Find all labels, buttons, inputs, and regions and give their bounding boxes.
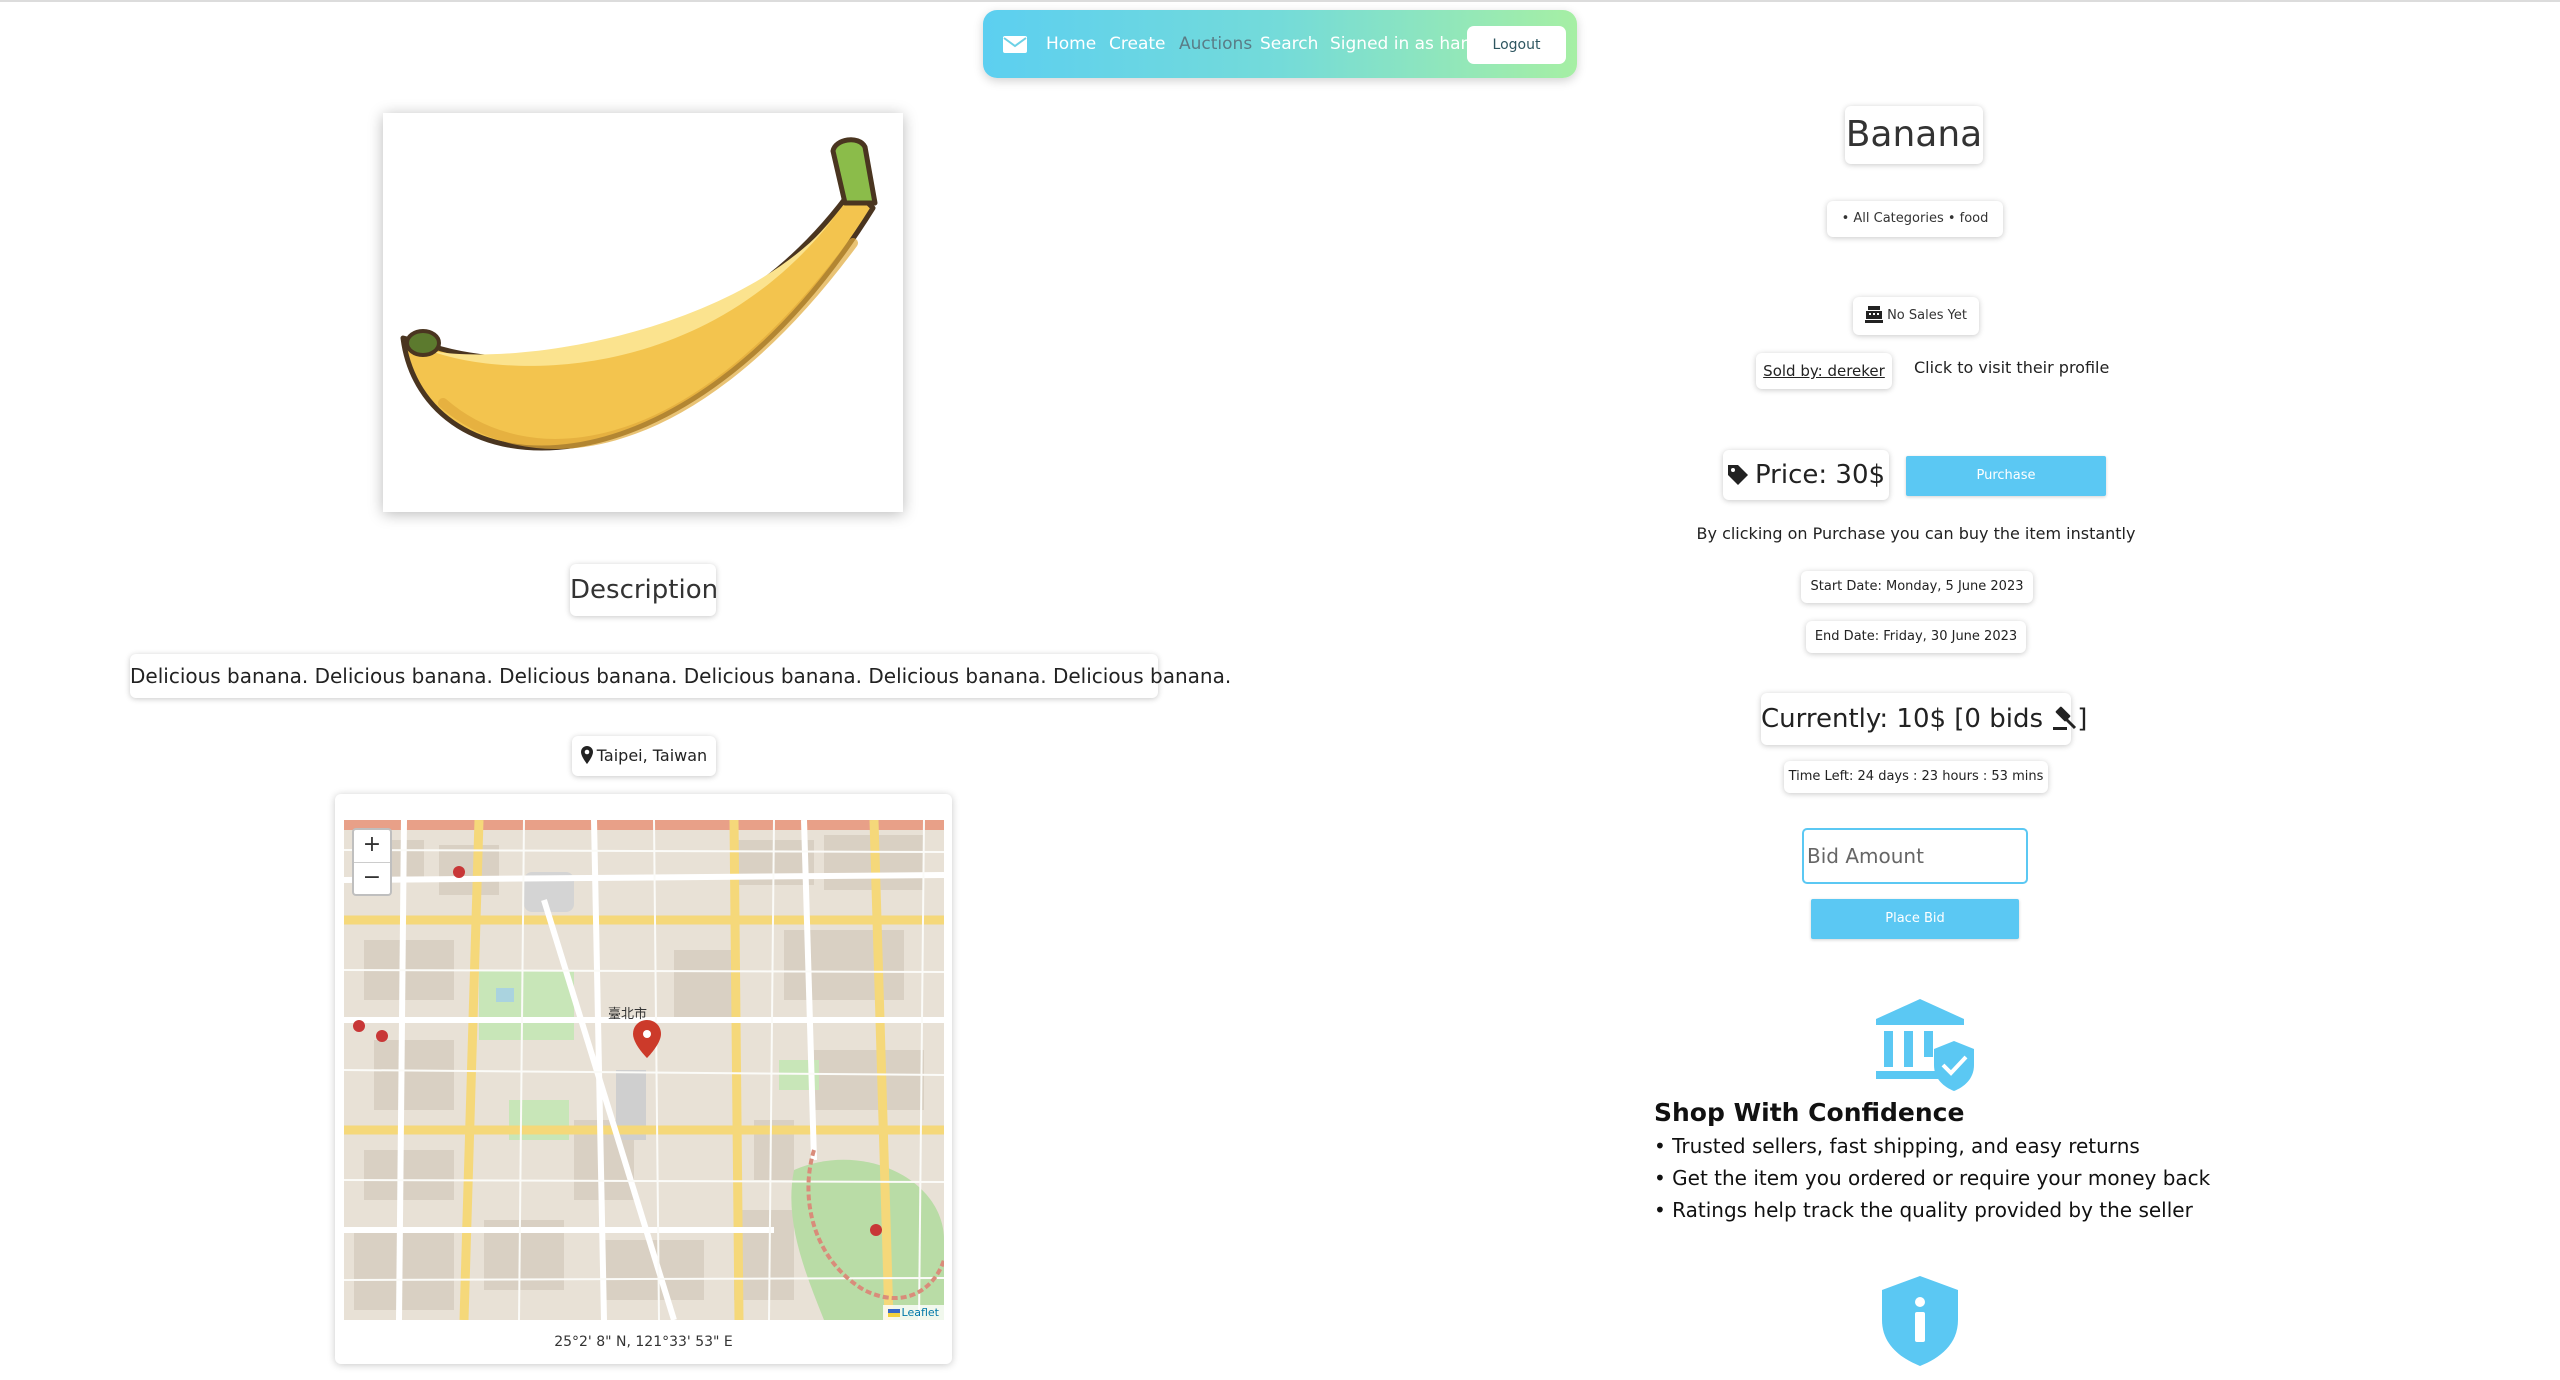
logout-button[interactable]: Logout [1467, 26, 1566, 64]
profile-hint: Click to visit their profile [1914, 358, 2110, 377]
gavel-icon [2053, 706, 2077, 730]
price-label: Price: 30$ [1754, 460, 1886, 490]
end-date: End Date: Friday, 30 June 2023 [1806, 621, 2026, 653]
location-chip: Taipei, Taiwan [572, 736, 716, 776]
nav-home[interactable]: Home [1046, 10, 1096, 78]
zoom-out-button[interactable]: − [354, 862, 390, 895]
category-tags: • All Categories • food [1827, 201, 2003, 237]
place-bid-button[interactable]: Place Bid [1811, 899, 2019, 939]
time-left: Time Left: 24 days : 23 hours : 53 mins [1784, 761, 2048, 793]
signed-in-label: Signed in as hans [1330, 34, 1481, 54]
confidence-point: Get the item you ordered or require your… [1654, 1162, 2254, 1194]
description-text: Delicious banana. Delicious banana. Deli… [130, 654, 1231, 698]
current-bid: Currently: 10$ [0 bids ] [1761, 693, 2087, 745]
flag-icon [887, 1309, 900, 1317]
bank-shield-icon [1876, 999, 1974, 1091]
nav-auctions[interactable]: Auctions [1179, 10, 1252, 78]
location-map[interactable]: 臺北市 + − Leaflet [344, 820, 944, 1320]
product-image [383, 113, 903, 512]
price-chip: Price: 30$ [1723, 450, 1889, 500]
map-coordinates: 25°2' 8" N, 121°33' 53" E [554, 1334, 733, 1350]
confidence-list: Trusted sellers, fast shipping, and easy… [1654, 1130, 2254, 1226]
confidence-point: Ratings help track the quality provided … [1654, 1194, 2254, 1226]
attribution-link[interactable]: Leaflet [902, 1306, 939, 1319]
price-tag-icon [1727, 465, 1748, 485]
map-zoom-control: + − [352, 828, 392, 896]
zoom-in-button[interactable]: + [354, 830, 390, 862]
nav-create[interactable]: Create [1109, 10, 1166, 78]
description-heading: Description [570, 564, 718, 616]
info-shield-icon [1882, 1276, 1958, 1366]
purchase-button[interactable]: Purchase [1906, 456, 2106, 496]
map-pin-icon [580, 746, 593, 764]
mail-icon[interactable] [1003, 36, 1027, 53]
top-border [0, 0, 2560, 2]
current-bid-label: Currently: 10$ [0 bids [1761, 704, 2044, 734]
location-label: Taipei, Taiwan [596, 746, 708, 765]
map-card: 臺北市 + − Leaflet 25°2' 8" N, 121°33' 53" … [335, 794, 952, 1364]
bid-amount-input[interactable] [1802, 828, 2028, 884]
confidence-section: Shop With Confidence Trusted sellers, fa… [1654, 1096, 2254, 1226]
sales-status: No Sales Yet [1853, 297, 1979, 335]
seller-link[interactable]: Sold by: dereker [1756, 353, 1892, 389]
confidence-point: Trusted sellers, fast shipping, and easy… [1654, 1130, 2254, 1162]
nav-search[interactable]: Search [1260, 10, 1318, 78]
purchase-hint: By clicking on Purchase you can buy the … [1696, 524, 2136, 543]
current-bid-bracket: ] [2077, 704, 2088, 734]
product-title: Banana [1845, 106, 1983, 164]
start-date: Start Date: Monday, 5 June 2023 [1801, 571, 2033, 603]
sales-label: No Sales Yet [1887, 308, 1967, 323]
navbar: Home Create Auctions Search Signed in as… [983, 10, 1577, 78]
register-icon [1865, 306, 1884, 323]
confidence-heading: Shop With Confidence [1654, 1098, 1965, 1127]
map-city-label: 臺北市 [608, 1006, 647, 1022]
map-attribution[interactable]: Leaflet [882, 1305, 944, 1320]
